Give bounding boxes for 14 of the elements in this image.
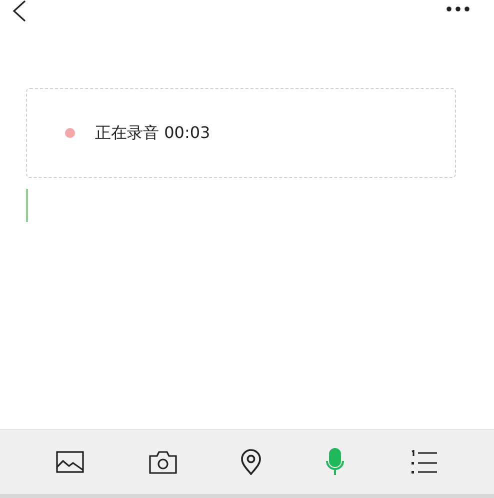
back-icon (12, 0, 26, 22)
location-pin-icon (240, 449, 261, 475)
image-button[interactable] (56, 451, 84, 473)
location-button[interactable] (240, 449, 261, 475)
recording-status: 正在录音 00:03 (95, 122, 210, 144)
text-cursor (26, 189, 28, 222)
microphone-icon (325, 448, 346, 476)
back-button[interactable] (12, 0, 26, 22)
image-icon (56, 451, 84, 473)
camera-icon (148, 450, 177, 474)
list-button[interactable] (410, 450, 438, 474)
numbered-list-icon (410, 450, 438, 474)
more-icon (446, 6, 470, 12)
camera-button[interactable] (148, 450, 177, 474)
